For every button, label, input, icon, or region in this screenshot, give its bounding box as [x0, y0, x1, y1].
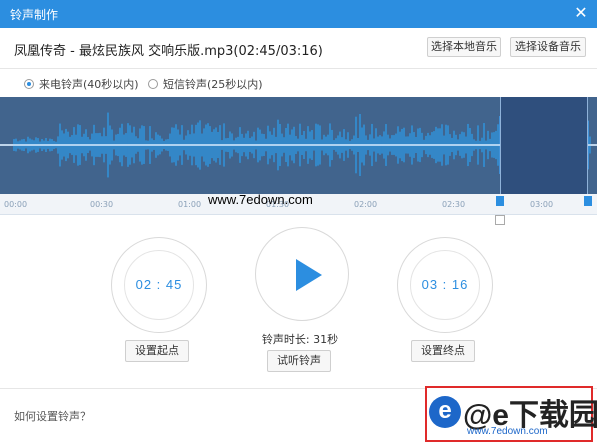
help-link[interactable]: 如何设置铃声？	[14, 408, 91, 424]
play-icon	[296, 259, 322, 291]
start-handle[interactable]	[496, 196, 504, 206]
play-button[interactable]	[255, 227, 349, 321]
logo-e-icon: e	[429, 396, 461, 428]
end-time-dial: 03 : 16	[397, 237, 493, 333]
radio-sms-ringtone[interactable]: 短信铃声(25秒以内)	[148, 76, 263, 92]
selection-region[interactable]	[500, 97, 588, 194]
end-handle[interactable]	[584, 196, 592, 206]
watermark-logo-url: www.7edown.com	[467, 426, 548, 437]
set-start-button[interactable]: 设置起点	[125, 340, 189, 362]
ruler-tick: 01:00	[178, 200, 202, 209]
ringtone-duration: 铃声时长: 31秒	[261, 333, 339, 346]
file-header: 凤凰传奇 - 最炫民族风 交响乐版.mp3(02:45/03:16)	[0, 28, 597, 68]
end-time-value: 03 : 16	[421, 277, 469, 292]
ruler-tick: 00:00	[4, 200, 28, 209]
preview-ringtone-button[interactable]: 试听铃声	[267, 350, 331, 372]
radio-selected-icon	[24, 79, 34, 89]
select-local-music-button[interactable]: 选择本地音乐	[427, 37, 501, 57]
start-time-value: 02 : 45	[135, 277, 183, 292]
window-title: 铃声制作	[10, 8, 59, 22]
radio-unselected-icon	[148, 79, 158, 89]
radio-call-ringtone[interactable]: 来电铃声(40秒以内)	[24, 76, 139, 92]
set-end-button[interactable]: 设置终点	[411, 340, 475, 362]
radio-label: 来电铃声(40秒以内)	[39, 78, 139, 91]
scroll-handle[interactable]	[495, 215, 505, 225]
ruler-tick: 00:30	[90, 200, 114, 209]
watermark-text: www.7edown.com	[208, 192, 313, 207]
file-name: 凤凰传奇 - 最炫民族风 交响乐版.mp3(02:45/03:16)	[14, 44, 323, 59]
ruler-tick: 03:00	[530, 200, 554, 209]
ruler-tick: 02:00	[354, 200, 378, 209]
close-icon[interactable]: ✕	[571, 3, 591, 23]
divider	[0, 68, 597, 69]
title-bar: 铃声制作 ✕	[0, 0, 597, 29]
ringtone-type-options: 来电铃声(40秒以内) 短信铃声(25秒以内)	[0, 72, 597, 94]
radio-label: 短信铃声(25秒以内)	[163, 78, 263, 91]
start-time-dial: 02 : 45	[111, 237, 207, 333]
select-device-music-button[interactable]: 选择设备音乐	[510, 37, 586, 57]
ruler-tick: 02:30	[442, 200, 466, 209]
waveform-area[interactable]	[0, 97, 597, 194]
watermark-logo: e @e下载园 www.7edown.com	[425, 386, 597, 442]
